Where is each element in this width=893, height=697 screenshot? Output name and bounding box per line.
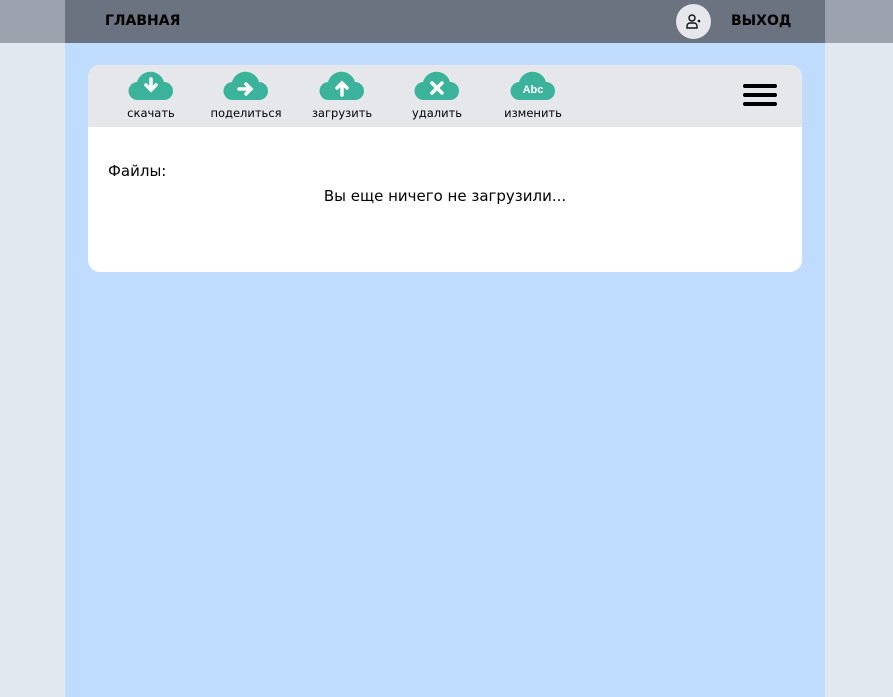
rename-glyph: Abc bbox=[523, 84, 544, 96]
share-label: поделиться bbox=[210, 106, 282, 120]
upload-label: загрузить bbox=[311, 106, 373, 120]
home-link[interactable]: ГЛАВНАЯ bbox=[105, 13, 180, 29]
files-label: Файлы: bbox=[108, 162, 167, 180]
empty-message: Вы еще ничего не загрузили... bbox=[323, 187, 567, 205]
cloud-upload-icon bbox=[319, 71, 364, 101]
delete-label: удалить bbox=[411, 106, 463, 120]
cloud-download-icon bbox=[128, 71, 173, 101]
user-icon bbox=[685, 13, 700, 29]
header: ГЛАВНАЯ ВЫХОД bbox=[65, 0, 825, 43]
upload-button[interactable]: загрузить bbox=[297, 69, 387, 120]
rename-label: изменить bbox=[504, 106, 562, 120]
logout-link[interactable]: ВЫХОД bbox=[731, 13, 791, 29]
download-button[interactable]: скачать bbox=[106, 69, 196, 120]
cloud-share-icon bbox=[223, 71, 268, 101]
cloud-rename-icon: Abc bbox=[510, 71, 555, 101]
files-card: скачать поделиться загрузить удалить Abc… bbox=[88, 65, 802, 272]
cloud-delete-icon bbox=[414, 71, 459, 101]
avatar[interactable] bbox=[676, 4, 711, 39]
main-column: ГЛАВНАЯ ВЫХОД скачать поделиться загрузи… bbox=[65, 0, 825, 697]
share-button[interactable]: поделиться bbox=[201, 69, 291, 120]
hamburger-icon[interactable] bbox=[743, 84, 777, 108]
rename-button[interactable]: Abc изменить bbox=[488, 69, 578, 120]
delete-button[interactable]: удалить bbox=[392, 69, 482, 120]
download-label: скачать bbox=[127, 106, 175, 120]
toolbar: скачать поделиться загрузить удалить Abc… bbox=[88, 65, 802, 127]
